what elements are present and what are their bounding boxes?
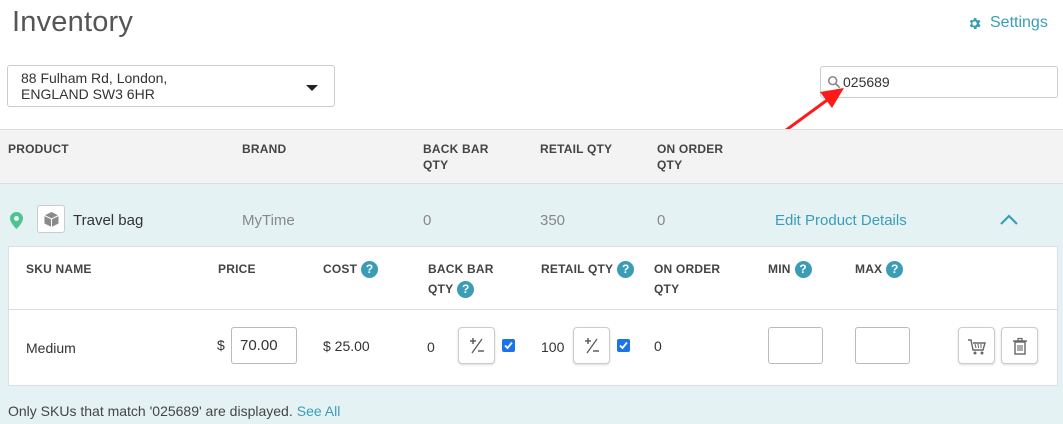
help-icon[interactable]: ? [617,261,635,279]
product-section: Travel bag MyTime 0 350 0 Edit Product D… [0,184,1063,424]
product-brand: MyTime [242,212,295,229]
adjust-back-bar-button[interactable] [458,327,495,364]
location-pin-icon [10,212,23,229]
sku-on-order-qty: 0 [654,338,662,354]
plus-minus-icon [585,338,599,354]
checkmark-icon [619,341,628,350]
order-button[interactable] [958,327,995,364]
col-sku-name: SKU NAME [26,262,92,276]
col-retail-qty: RETAIL QTY [540,142,613,156]
back-bar-checkbox[interactable] [502,339,515,352]
sku-name: Medium [26,340,76,356]
min-input[interactable] [768,327,823,364]
settings-label: Settings [990,14,1048,31]
sku-back-bar-qty: 0 [427,339,435,355]
filter-note-text: Only SKUs that match '025689' are displa… [8,403,293,419]
sku-table-header: SKU NAME PRICE COST? BACK BAR QTY? RETAI… [9,247,1057,310]
cart-icon [968,339,986,355]
col-retail-qty: RETAIL QTY? [541,259,635,279]
help-icon[interactable]: ? [457,281,475,299]
inventory-table-header: PRODUCT BRAND BACK BAR QTY RETAIL QTY ON… [0,129,1063,184]
col-max: MAX? [855,259,904,279]
plus-minus-icon [470,338,484,354]
inventory-page: Inventory Settings 88 Fulham Rd, London,… [0,0,1063,424]
search-box [820,66,1058,98]
product-back-bar-qty: 0 [423,212,432,229]
gear-icon [969,17,981,29]
product-row[interactable]: Travel bag MyTime 0 350 0 Edit Product D… [0,184,1063,246]
search-icon [827,75,841,89]
checkmark-icon [504,341,513,350]
page-title: Inventory [12,6,134,38]
see-all-link[interactable]: See All [297,403,341,419]
location-value: 88 Fulham Rd, London, ENGLAND SW3 6HR [21,70,168,102]
filter-note: Only SKUs that match '025689' are displa… [8,403,340,419]
trash-icon [1013,337,1027,355]
search-input[interactable] [843,67,1053,97]
price-input[interactable] [231,327,297,364]
col-min: MIN? [768,259,812,279]
product-name: Travel bag [73,212,144,229]
chevron-up-icon[interactable] [999,214,1019,226]
help-icon[interactable]: ? [794,261,812,279]
col-price: PRICE [218,262,256,276]
location-select[interactable]: 88 Fulham Rd, London, ENGLAND SW3 6HR [7,65,335,107]
col-product: PRODUCT [8,142,69,156]
col-on-order-qty: ON ORDER QTY [657,142,724,172]
sku-row: Medium $ $ 25.00 0 100 [9,310,1057,386]
price-currency: $ [217,337,225,353]
delete-button[interactable] [1001,327,1038,364]
sku-retail-qty: 100 [541,339,565,355]
col-cost: COST? [323,259,379,279]
help-icon[interactable]: ? [886,261,904,279]
col-back-bar-qty: BACK BAR QTY? [428,262,494,299]
help-icon[interactable]: ? [361,261,379,279]
product-retail-qty: 350 [540,212,566,229]
adjust-retail-button[interactable] [573,327,610,364]
box-icon [37,205,65,233]
edit-product-details-link[interactable]: Edit Product Details [775,212,907,229]
chevron-down-icon [306,85,318,91]
sku-panel: SKU NAME PRICE COST? BACK BAR QTY? RETAI… [8,246,1058,386]
col-brand: BRAND [242,142,287,156]
settings-link[interactable]: Settings [967,14,1048,32]
retail-checkbox[interactable] [617,339,630,352]
product-on-order-qty: 0 [657,212,666,229]
max-input[interactable] [855,327,910,364]
col-on-order-qty: ON ORDER QTY [654,262,721,296]
col-back-bar-qty: BACK BAR QTY [423,142,489,172]
sku-cost: $ 25.00 [323,338,370,354]
